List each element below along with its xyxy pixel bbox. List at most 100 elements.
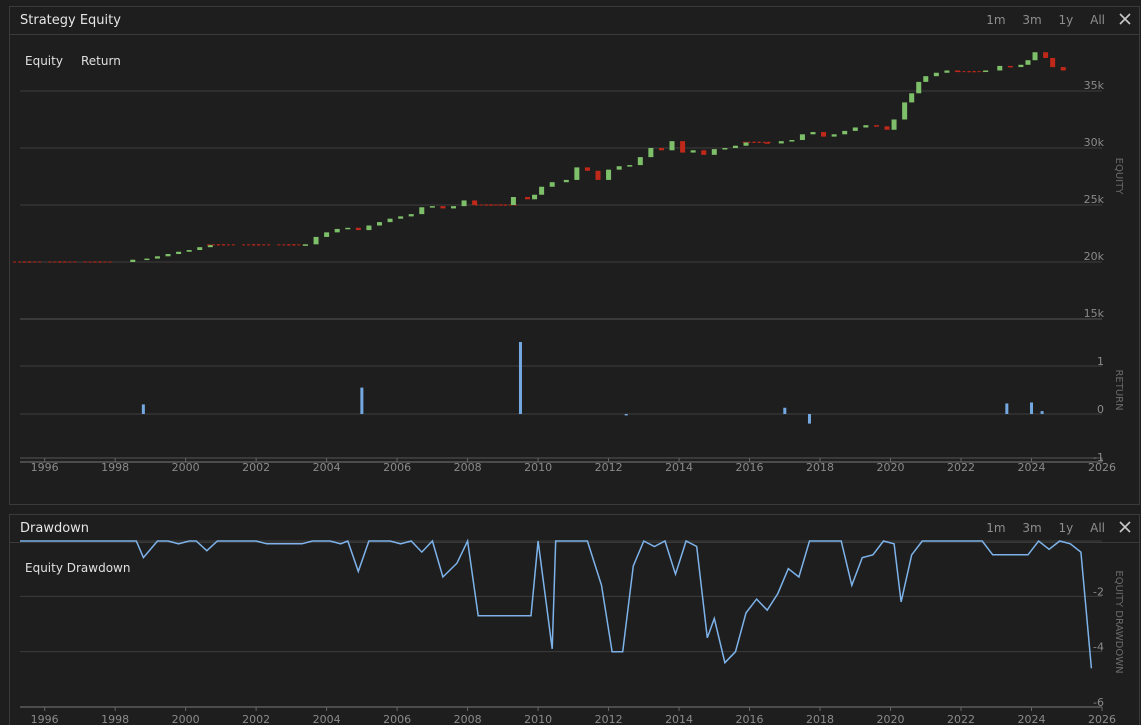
equity-candle-up — [722, 148, 728, 150]
equity-candle-down — [658, 148, 664, 151]
drawdown-x-tick-label: 2026 — [1088, 713, 1116, 725]
equity-candle-up — [909, 93, 915, 103]
equity-series — [13, 52, 1066, 263]
equity-candle-up — [366, 225, 372, 231]
equity-candle-down — [1043, 52, 1049, 58]
drawdown-x-tick-label: 2022 — [947, 713, 975, 725]
equity-x-tick-label: 2014 — [665, 461, 693, 474]
return-bar — [783, 407, 787, 414]
equity-candle-up — [510, 197, 516, 205]
equity-x-tick-label: 2018 — [806, 461, 834, 474]
equity-candle-down — [584, 167, 590, 171]
equity-candle-up — [419, 207, 425, 215]
equity-tick-label: 15k — [1084, 307, 1105, 320]
equity-candle-down — [440, 206, 446, 209]
equity-tick-label: 35k — [1084, 79, 1105, 92]
equity-candle-up — [563, 179, 569, 183]
equity-x-tick-label: 2002 — [242, 461, 270, 474]
drawdown-x-tick-label: 2004 — [313, 713, 341, 725]
charts-canvas: 35k30k25k20k15k10-11996 1998 2000 2002 2004 2… — [13, 52, 1124, 725]
drawdown-axis-title: EQUITY DRAWDOWN — [1113, 570, 1124, 673]
equity-x-tick-label: 2010 — [524, 461, 552, 474]
equity-candle-up — [387, 218, 393, 223]
equity-candle-up — [549, 182, 555, 187]
equity-x-tick-label: 2020 — [877, 461, 905, 474]
return-bar — [1040, 411, 1044, 414]
drawdown-x-tick-label: 2012 — [595, 713, 623, 725]
equity-candle-up — [997, 65, 1003, 71]
equity-candle-up — [302, 244, 308, 246]
equity-candle-down — [355, 227, 361, 231]
equity-candle-up — [186, 250, 192, 252]
equity-candle-up — [1018, 64, 1024, 68]
equity-candle-up — [637, 157, 643, 166]
equity-x-tick-label: 1996 — [31, 461, 59, 474]
return-bar — [807, 414, 811, 424]
equity-x-tick-label: 2024 — [1018, 461, 1046, 474]
equity-candle-up — [891, 119, 897, 130]
return-tick-label: 0 — [1097, 403, 1104, 416]
equity-candle-up — [451, 206, 457, 209]
equity-candle-up — [532, 194, 538, 200]
equity-tick-label: 25k — [1084, 193, 1105, 206]
equity-candle-up — [732, 145, 738, 148]
equity-candle-down — [884, 126, 890, 130]
drawdown-tick-label: -6 — [1093, 696, 1104, 709]
equity-candle-up — [669, 141, 675, 151]
equity-candle-up — [154, 256, 160, 259]
drawdown-x-tick-label: 1996 — [31, 713, 59, 725]
equity-x-tick-label: 2000 — [172, 461, 200, 474]
equity-candle-up — [461, 200, 467, 207]
grid-lines — [20, 90, 1103, 711]
equity-candle-up — [983, 70, 989, 72]
equity-x-tick-label: 2022 — [947, 461, 975, 474]
equity-candle-up — [616, 166, 622, 170]
equity-candle-up — [1032, 52, 1038, 61]
equity-candle-up — [176, 251, 182, 255]
equity-candle-up — [398, 216, 404, 219]
return-bar — [1030, 402, 1034, 414]
return-bar — [518, 342, 522, 414]
drawdown-x-tick-label: 2006 — [383, 713, 411, 725]
return-bar — [1005, 403, 1009, 414]
return-bar — [360, 387, 364, 414]
equity-candle-up — [376, 222, 382, 226]
equity-x-tick-label: 2004 — [313, 461, 341, 474]
equity-candle-up — [863, 125, 869, 128]
equity-candle-up — [933, 72, 939, 77]
equity-candle-up — [144, 258, 150, 261]
equity-candle-up — [606, 169, 612, 180]
equity-candle-down — [701, 150, 707, 155]
equity-candle-up — [324, 232, 330, 237]
drawdown-x-tick-label: 2024 — [1018, 713, 1046, 725]
equity-candle-up — [842, 130, 848, 135]
equity-candle-up — [627, 165, 633, 167]
equity-candle-up — [743, 142, 749, 146]
equity-candle-down — [821, 132, 827, 137]
equity-candle-up — [902, 102, 908, 120]
equity-candle-up — [429, 206, 435, 208]
equity-candle-up — [789, 140, 795, 142]
drawdown-x-tick-label: 2016 — [736, 713, 764, 725]
equity-candle-up — [345, 227, 351, 230]
equity-candle-up — [831, 134, 837, 137]
equity-candle-down — [595, 170, 601, 180]
drawdown-x-tick-label: 2000 — [172, 713, 200, 725]
drawdown-x-tick-label: 2008 — [454, 713, 482, 725]
equity-candle-up — [690, 150, 696, 153]
equity-candle-up — [944, 70, 950, 73]
return-bar — [624, 414, 628, 416]
equity-candle-up — [313, 236, 319, 245]
return-axis-title: RETURN — [1113, 369, 1124, 410]
equity-candle-up — [799, 134, 805, 141]
equity-candle-down — [525, 197, 531, 200]
equity-x-tick-label: 2016 — [736, 461, 764, 474]
equity-candle-down — [873, 125, 879, 127]
drawdown-series — [20, 538, 1093, 669]
drawdown-x-tick-label: 2010 — [524, 713, 552, 725]
drawdown-x-tick-label: 2014 — [665, 713, 693, 725]
equity-x-tick-label: 1998 — [101, 461, 129, 474]
equity-candle-down — [1050, 57, 1056, 68]
equity-x-tick-label: 2006 — [383, 461, 411, 474]
equity-candle-up — [574, 167, 580, 180]
